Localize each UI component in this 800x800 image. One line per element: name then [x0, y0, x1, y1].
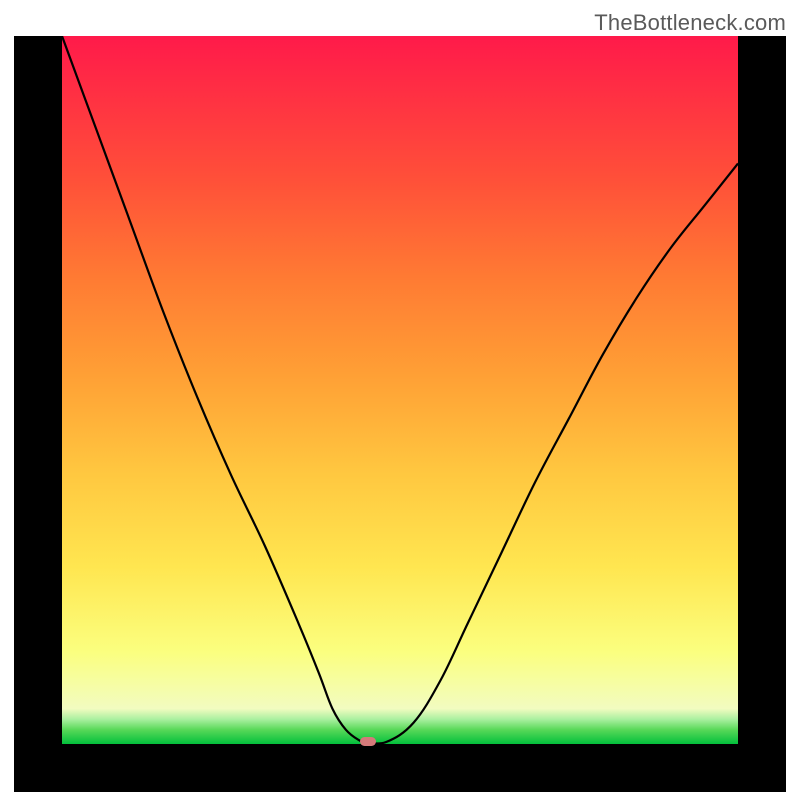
curve-layer	[62, 36, 738, 744]
chart-container: TheBottleneck.com	[0, 0, 800, 800]
bottleneck-curve	[62, 36, 738, 743]
optimal-marker	[360, 737, 376, 746]
plot-area	[62, 36, 738, 744]
attribution-text: TheBottleneck.com	[594, 10, 786, 36]
